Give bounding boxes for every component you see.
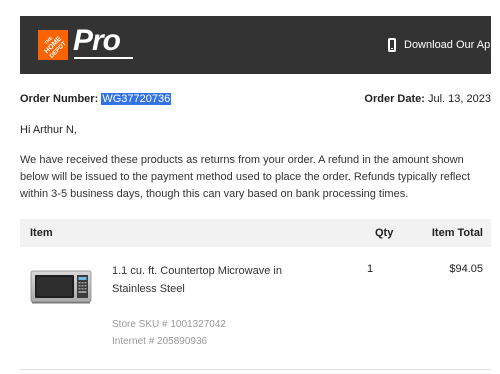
- sku-info: Store SKU # 1001327042 Internet # 205890…: [112, 316, 226, 350]
- order-date-label: Order Date:: [364, 93, 425, 105]
- product-name-link[interactable]: 1.1 cu. ft. Countertop Microwave in Stai…: [112, 262, 302, 298]
- column-header-qty: Qty: [375, 227, 394, 239]
- home-depot-logo[interactable]: THE HOME DEPOT: [38, 30, 68, 60]
- email-header: THE HOME DEPOT Pro Download Our App ›: [20, 16, 496, 74]
- table-row: 1.1 cu. ft. Countertop Microwave in Stai…: [20, 255, 491, 360]
- phone-icon: [388, 38, 396, 52]
- order-number-value[interactable]: WG37720736: [101, 93, 172, 105]
- pro-underline: [74, 57, 133, 59]
- order-number: Order Number: WG37720736: [20, 92, 172, 106]
- item-quantity: 1: [367, 263, 374, 275]
- order-info: Order Number: WG37720736 Order Date: Jul…: [20, 92, 491, 108]
- store-sku: Store SKU # 1001327042: [112, 319, 226, 330]
- items-table-header: Item Qty Item Total: [20, 219, 491, 247]
- column-header-total: Item Total: [431, 227, 483, 239]
- return-message: We have received these products as retur…: [20, 154, 471, 200]
- divider: [20, 369, 491, 370]
- order-date-value: Jul. 13, 2023: [428, 93, 491, 105]
- column-header-item: Item: [30, 227, 53, 239]
- pro-brand: Pro: [73, 24, 121, 57]
- download-app-link[interactable]: Download Our App ›: [388, 36, 500, 54]
- internet-number: Internet # 205890936: [112, 336, 208, 347]
- order-date: Order Date: Jul. 13, 2023: [364, 92, 491, 106]
- download-app-label: Download Our App: [404, 39, 497, 51]
- microwave-icon[interactable]: [30, 270, 92, 309]
- greeting: Hi Arthur N,: [20, 124, 77, 136]
- item-total: $94.05: [449, 263, 483, 275]
- order-number-label: Order Number:: [20, 93, 99, 105]
